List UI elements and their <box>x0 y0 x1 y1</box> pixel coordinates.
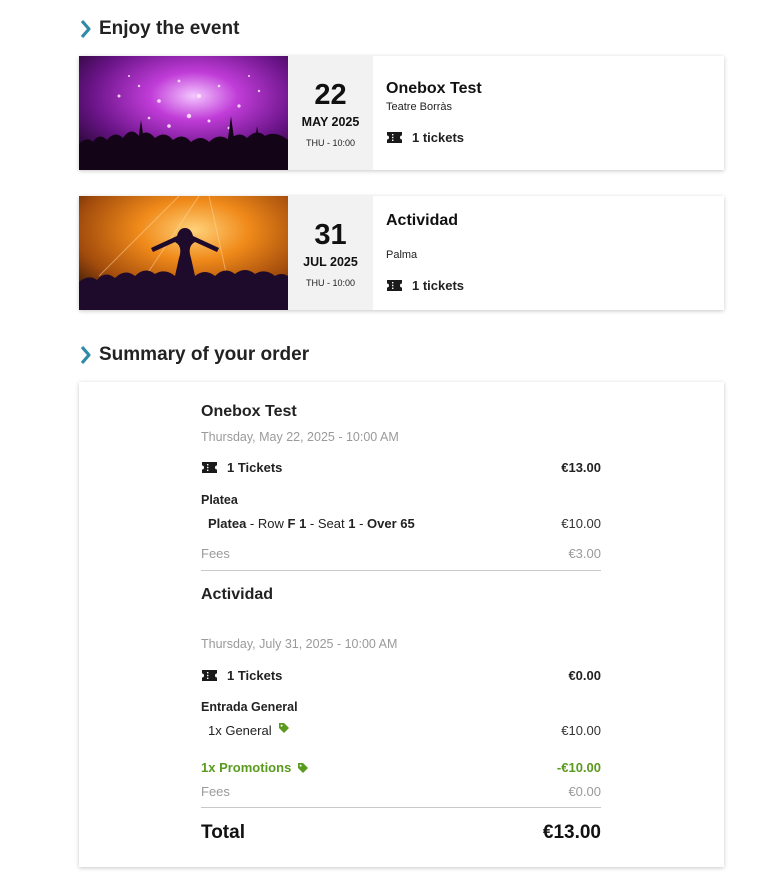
order-event-date: Thursday, July 31, 2025 - 10:00 AM <box>201 637 398 651</box>
seat-seat-label: Seat <box>317 516 345 531</box>
order-event-name: Onebox Test <box>201 403 297 420</box>
chevron-right-icon <box>79 19 93 39</box>
total-value: €13.00 <box>542 822 601 843</box>
tag-icon <box>278 722 290 734</box>
fees-label: Fees <box>201 546 230 561</box>
seat-row: F 1 <box>287 516 307 531</box>
section-title-text: Enjoy the event <box>99 18 240 39</box>
divider <box>201 807 601 808</box>
promo-value: -€10.00 <box>556 760 601 775</box>
total-label: Total <box>201 822 245 843</box>
ticket-icon <box>201 461 218 474</box>
order-summary-body: Onebox Test Thursday, May 22, 2025 - 10:… <box>201 382 601 867</box>
order-seat-line: Platea - Row F 1 - Seat 1 - Over 65 €10.… <box>201 516 601 531</box>
order-tickets-label: 1 Tickets <box>227 460 283 475</box>
event-date: 31 JUL 2025 THU - 10:00 <box>288 196 373 310</box>
general-line-price: €10.00 <box>561 723 601 738</box>
seat-row-label: Row <box>257 516 284 531</box>
section-title-summary: Summary of your order <box>79 344 309 366</box>
order-tickets-label: 1 Tickets <box>227 668 283 683</box>
order-event-date: Thursday, May 22, 2025 - 10:00 AM <box>201 430 399 444</box>
section-title-enjoy: Enjoy the event <box>79 18 239 40</box>
ticket-icon <box>386 131 403 144</box>
event-day: 22 <box>314 78 347 111</box>
event-tickets-count: 1 tickets <box>412 130 465 145</box>
general-line-label: 1x General <box>208 723 272 738</box>
order-event-name: Actividad <box>201 586 274 603</box>
event-image <box>79 196 288 310</box>
event-day: 31 <box>314 218 347 251</box>
order-fees-row: Fees €3.00 <box>201 546 601 561</box>
tag-icon <box>297 762 309 774</box>
event-card[interactable]: 22 MAY 2025 THU - 10:00 Onebox Test Teat… <box>79 56 724 170</box>
fees-label: Fees <box>201 784 230 799</box>
event-date: 22 MAY 2025 THU - 10:00 <box>288 56 373 170</box>
event-card[interactable]: 31 JUL 2025 THU - 10:00 Actividad Palma … <box>79 196 724 310</box>
seat-price: €10.00 <box>561 516 601 531</box>
event-name: Actividad <box>386 212 459 229</box>
order-tickets-total: €13.00 <box>561 460 601 475</box>
seat-line-description: Platea - Row F 1 - Seat 1 - Over 65 <box>208 516 415 531</box>
order-tickets-row: 1 Tickets €0.00 <box>201 668 601 683</box>
order-general-line: 1x General €10.00 <box>201 722 601 738</box>
divider <box>201 570 601 571</box>
order-tickets-total: €0.00 <box>568 668 601 683</box>
order-zone: Platea <box>201 493 238 507</box>
event-tickets: 1 tickets <box>386 130 464 145</box>
order-total-row: Total €13.00 <box>201 822 601 844</box>
order-tickets-row: 1 Tickets €13.00 <box>201 460 601 475</box>
fees-value: €3.00 <box>568 546 601 561</box>
chevron-right-icon <box>79 345 93 365</box>
order-summary: Onebox Test Thursday, May 22, 2025 - 10:… <box>79 382 724 867</box>
seat-rate: Over 65 <box>367 516 415 531</box>
event-weekday-time: THU - 10:00 <box>305 277 356 288</box>
section-title-text: Summary of your order <box>99 344 310 365</box>
seat-number: 1 <box>348 516 356 531</box>
ticket-icon <box>386 279 403 292</box>
event-month-year: MAY 2025 <box>301 114 360 129</box>
event-venue: Teatre Borràs <box>386 101 453 113</box>
event-venue: Palma <box>386 249 418 261</box>
fees-value: €0.00 <box>568 784 601 799</box>
order-fees-row: Fees €0.00 <box>201 784 601 799</box>
order-promo-row: 1x Promotions -€10.00 <box>201 760 601 775</box>
event-tickets: 1 tickets <box>386 278 464 293</box>
event-info: Actividad Palma 1 tickets <box>373 196 724 310</box>
event-info: Onebox Test Teatre Borràs 1 tickets <box>373 56 724 170</box>
ticket-icon <box>201 669 218 682</box>
promo-label: 1x Promotions <box>201 760 292 775</box>
event-tickets-count: 1 tickets <box>412 278 465 293</box>
event-image <box>79 56 288 170</box>
order-zone: Entrada General <box>201 700 298 714</box>
event-name: Onebox Test <box>386 80 482 97</box>
event-month-year: JUL 2025 <box>303 254 358 269</box>
seat-zone: Platea <box>208 516 247 531</box>
event-weekday-time: THU - 10:00 <box>305 137 356 148</box>
